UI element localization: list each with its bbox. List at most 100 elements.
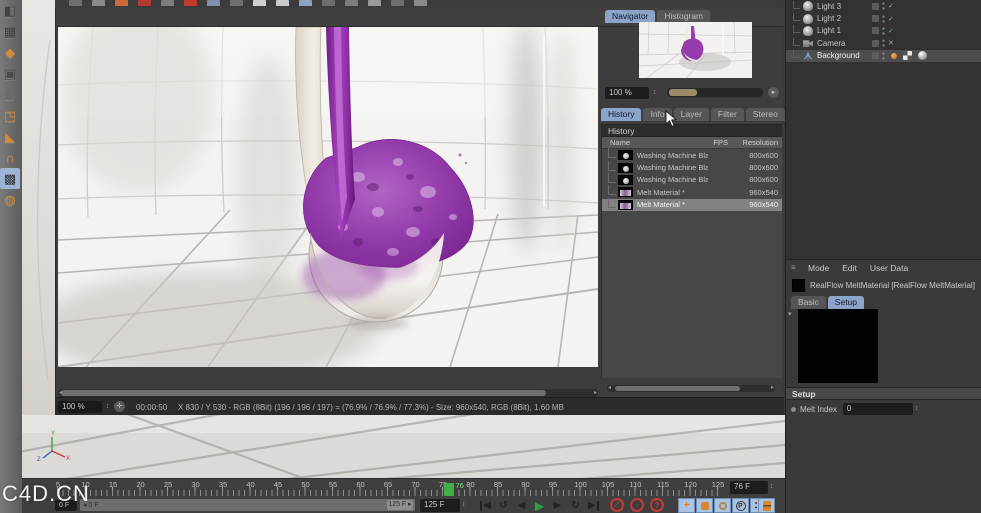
record-position-button[interactable]: + — [678, 498, 695, 513]
history-hscroll-thumb[interactable] — [615, 386, 740, 391]
enabled-check-icon[interactable]: ✓ — [888, 15, 894, 23]
current-frame-value[interactable]: 76 F — [730, 481, 768, 494]
object-row-light-2[interactable]: Light 2 ✓ — [786, 12, 981, 24]
history-col-resolution[interactable]: Resolution — [728, 137, 778, 148]
enable-dots-icon[interactable] — [882, 51, 885, 60]
object-row-camera[interactable]: Camera ✕ — [786, 37, 981, 49]
record-scale-button[interactable] — [696, 498, 713, 513]
texture-mode-icon[interactable]: ▦ — [0, 21, 20, 42]
autokey-button[interactable]: ◦ — [630, 498, 644, 512]
tab-history[interactable]: History — [601, 108, 642, 121]
points-mode-icon[interactable]: ◼ — [0, 84, 20, 105]
play-forwards-button[interactable]: ▶ — [531, 498, 548, 513]
previous-frame-button[interactable]: ◀ — [513, 498, 530, 513]
edges-mode-icon[interactable]: ◳ — [0, 105, 20, 126]
enabled-check-icon[interactable]: ✓ — [888, 2, 894, 10]
duration-stepper[interactable]: ↕ — [460, 499, 468, 512]
duration-field[interactable]: 125 F ↕ — [420, 499, 468, 512]
history-row[interactable]: Washing Machine Blank * 800x600 — [602, 172, 782, 186]
viewport-filter-icon[interactable]: ◍ — [0, 189, 20, 210]
history-row[interactable]: Washing Machine Blank * 800x600 — [602, 148, 782, 161]
navigator-zoom-field[interactable]: 100 % — [605, 87, 649, 99]
navigator-zoom-slider[interactable] — [667, 88, 763, 97]
next-frame-button[interactable]: ▶ — [549, 498, 566, 513]
collapse-triangle-icon[interactable]: ▾ — [788, 310, 792, 318]
timeline-ruler[interactable]: 5101520253035404550556065707580859095100… — [22, 479, 785, 497]
play-backwards-button[interactable]: ↺ — [495, 498, 512, 513]
keyframe-selection-button[interactable]: ? — [650, 498, 664, 512]
scroll-right-icon[interactable]: ▸ — [594, 390, 597, 397]
compositing-tag-icon[interactable] — [903, 51, 912, 61]
menu-item-edit[interactable]: Edit — [842, 263, 857, 273]
status-zoom-field[interactable]: 100 % — [58, 401, 102, 413]
snap-magnet-icon[interactable]: ∩ — [0, 147, 20, 168]
scroll-left-icon[interactable]: ◂ — [608, 385, 611, 392]
layer-square-icon[interactable] — [872, 15, 879, 23]
polygons-mode-icon[interactable]: ◣ — [0, 126, 20, 147]
object-row-light-1[interactable]: Light 1 ✓ — [786, 25, 981, 37]
menu-item-mode[interactable]: Mode — [808, 263, 829, 273]
navigator-preview[interactable] — [639, 22, 752, 78]
enable-dots-icon[interactable] — [882, 39, 885, 48]
history-hscrollbar[interactable]: ◂ ▸ — [607, 385, 775, 392]
history-col-fps[interactable]: FPS — [702, 137, 728, 148]
layer-square-icon[interactable] — [872, 2, 879, 10]
goto-start-button[interactable]: ◀ — [477, 498, 494, 513]
material-tag-icon[interactable] — [918, 51, 927, 61]
menu-item-user-data[interactable]: User Data — [870, 263, 908, 273]
history-list-header[interactable]: Name FPS Resolution — [602, 137, 782, 149]
duration-value[interactable]: 125 F — [420, 499, 460, 512]
current-frame-field[interactable]: 76 F ↕ — [730, 481, 776, 494]
scroll-left-icon[interactable]: ◂ — [59, 390, 62, 397]
loop-mode-button[interactable]: ↻ — [567, 498, 584, 513]
image-hscroll-thumb[interactable] — [61, 390, 546, 396]
layer-square-icon[interactable] — [872, 52, 879, 60]
history-row[interactable]: Melt Material * 960x540 — [602, 197, 782, 211]
history-row[interactable]: Melt Material * 960x540 — [602, 185, 782, 198]
layer-square-icon[interactable] — [872, 27, 879, 35]
navigator-zoom-slider-thumb[interactable] — [669, 89, 697, 96]
range-end-label[interactable]: 125 F ▸ — [387, 500, 413, 510]
field-stepper[interactable]: ↕ — [913, 403, 921, 415]
pan-tool-button[interactable]: ✛ — [114, 401, 125, 412]
model-mode-icon[interactable]: ▣ — [0, 63, 20, 84]
tab-basic[interactable]: Basic — [791, 296, 826, 309]
history-row[interactable]: Washing Machine Blank * 800x600 — [602, 160, 782, 173]
make-editable-icon[interactable]: ◧ — [0, 0, 20, 21]
tab-setup[interactable]: Setup — [827, 296, 865, 309]
object-row-light-3[interactable]: Light 3 ✓ — [786, 0, 981, 12]
menu-icon[interactable]: ≡ — [791, 264, 801, 272]
material-preview[interactable] — [798, 309, 878, 383]
tab-filter[interactable]: Filter — [710, 108, 744, 121]
record-keyframe-button[interactable]: ⟋ — [610, 498, 624, 512]
record-parameter-button[interactable]: P — [732, 498, 749, 513]
goto-end-button[interactable]: ▶ — [585, 498, 602, 513]
enable-dots-icon[interactable] — [882, 2, 885, 11]
scroll-right-icon[interactable]: ▸ — [771, 385, 774, 392]
tab-stereo[interactable]: Stereo — [745, 108, 785, 121]
current-frame-stepper[interactable]: ↕ — [768, 481, 776, 494]
rendered-image[interactable] — [58, 27, 598, 367]
navigator-expand-button[interactable]: ▸ — [768, 87, 779, 98]
material-swatch[interactable] — [792, 279, 805, 292]
setup-section-header[interactable]: Setup — [786, 387, 981, 400]
object-row-background[interactable]: Background — [786, 49, 981, 62]
viewport-bottom-strip[interactable]: Y X Z — [22, 415, 785, 478]
enable-dots-icon[interactable] — [882, 26, 885, 35]
status-zoom-stepper[interactable]: ↕ — [104, 401, 112, 413]
display-tag-icon[interactable] — [891, 52, 897, 59]
preview-range-slider[interactable]: ◂ 0 F 125 F ▸ — [80, 499, 415, 511]
keyframe-presets-button[interactable] — [758, 498, 775, 513]
enable-dots-icon[interactable] — [882, 14, 885, 23]
layer-square-icon[interactable] — [872, 39, 879, 47]
tab-layer[interactable]: Layer — [673, 108, 709, 121]
history-col-name[interactable]: Name — [610, 137, 702, 148]
enabled-check-icon[interactable]: ✓ — [888, 27, 894, 35]
workplane-mode-icon[interactable]: ◆ — [0, 42, 20, 63]
record-rotation-button[interactable] — [714, 498, 731, 513]
navigator-zoom-stepper[interactable]: ↕ — [651, 87, 659, 99]
disabled-cross-icon[interactable]: ✕ — [888, 39, 894, 47]
field-value-input[interactable]: 0 — [842, 403, 913, 415]
workplane-lock-icon[interactable]: ▩ — [0, 168, 20, 189]
image-hscrollbar[interactable]: ◂ ▸ — [58, 389, 598, 397]
